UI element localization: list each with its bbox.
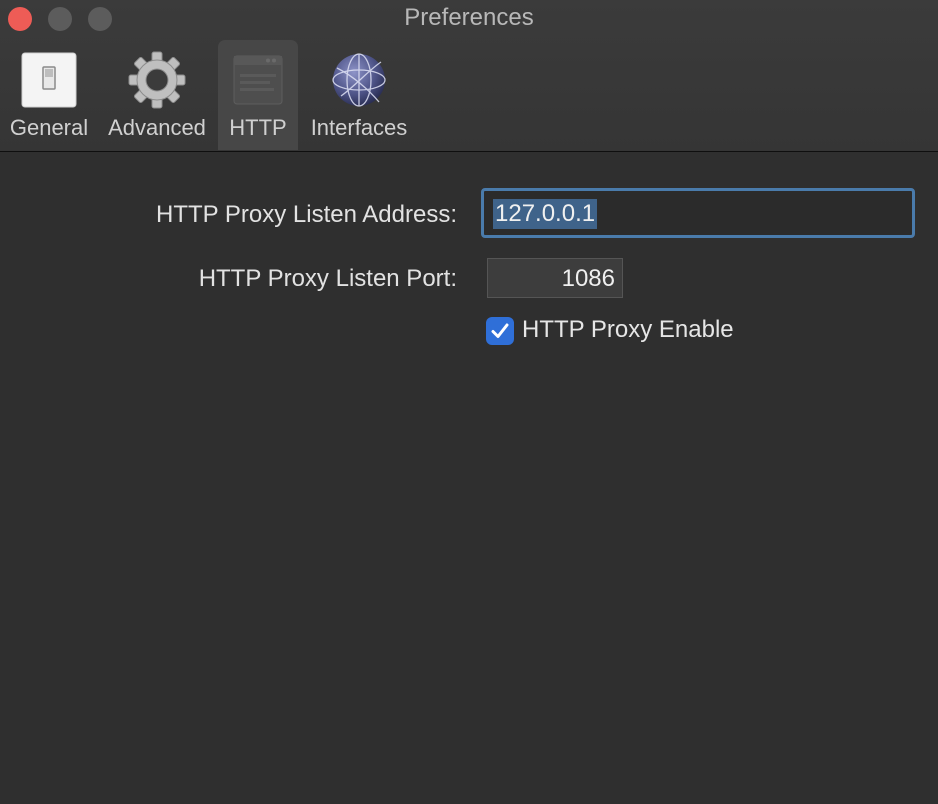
preferences-window: Preferences General Advanced HTTP Interf… xyxy=(0,0,938,804)
tab-label: Interfaces xyxy=(310,115,408,140)
toolbar: Preferences General Advanced HTTP Interf… xyxy=(0,0,938,152)
globe-icon xyxy=(332,53,386,107)
checkmark-icon xyxy=(491,323,509,338)
tab-http[interactable]: HTTP xyxy=(218,40,298,150)
light-switch-icon xyxy=(21,52,77,108)
http-window-icon xyxy=(233,55,283,105)
tab-label: HTTP xyxy=(229,115,287,140)
window-title: Preferences xyxy=(404,4,534,31)
tab-label: Advanced xyxy=(108,115,206,140)
tab-label: General xyxy=(9,115,89,140)
proxy-port-label: HTTP Proxy Listen Port: xyxy=(198,265,457,292)
tab-advanced[interactable]: Advanced xyxy=(104,40,210,150)
gear-icon xyxy=(128,51,186,109)
proxy-enable-checkbox[interactable] xyxy=(486,317,514,345)
proxy-address-input[interactable]: 127.0.0.1 xyxy=(481,188,915,238)
tab-interfaces[interactable]: Interfaces xyxy=(304,40,414,150)
proxy-address-value: 127.0.0.1 xyxy=(493,199,598,229)
proxy-address-label: HTTP Proxy Listen Address: xyxy=(155,201,457,228)
proxy-port-input[interactable]: 1086 xyxy=(487,258,623,298)
tab-general[interactable]: General xyxy=(4,40,94,150)
proxy-enable-label[interactable]: HTTP Proxy Enable xyxy=(522,316,734,344)
